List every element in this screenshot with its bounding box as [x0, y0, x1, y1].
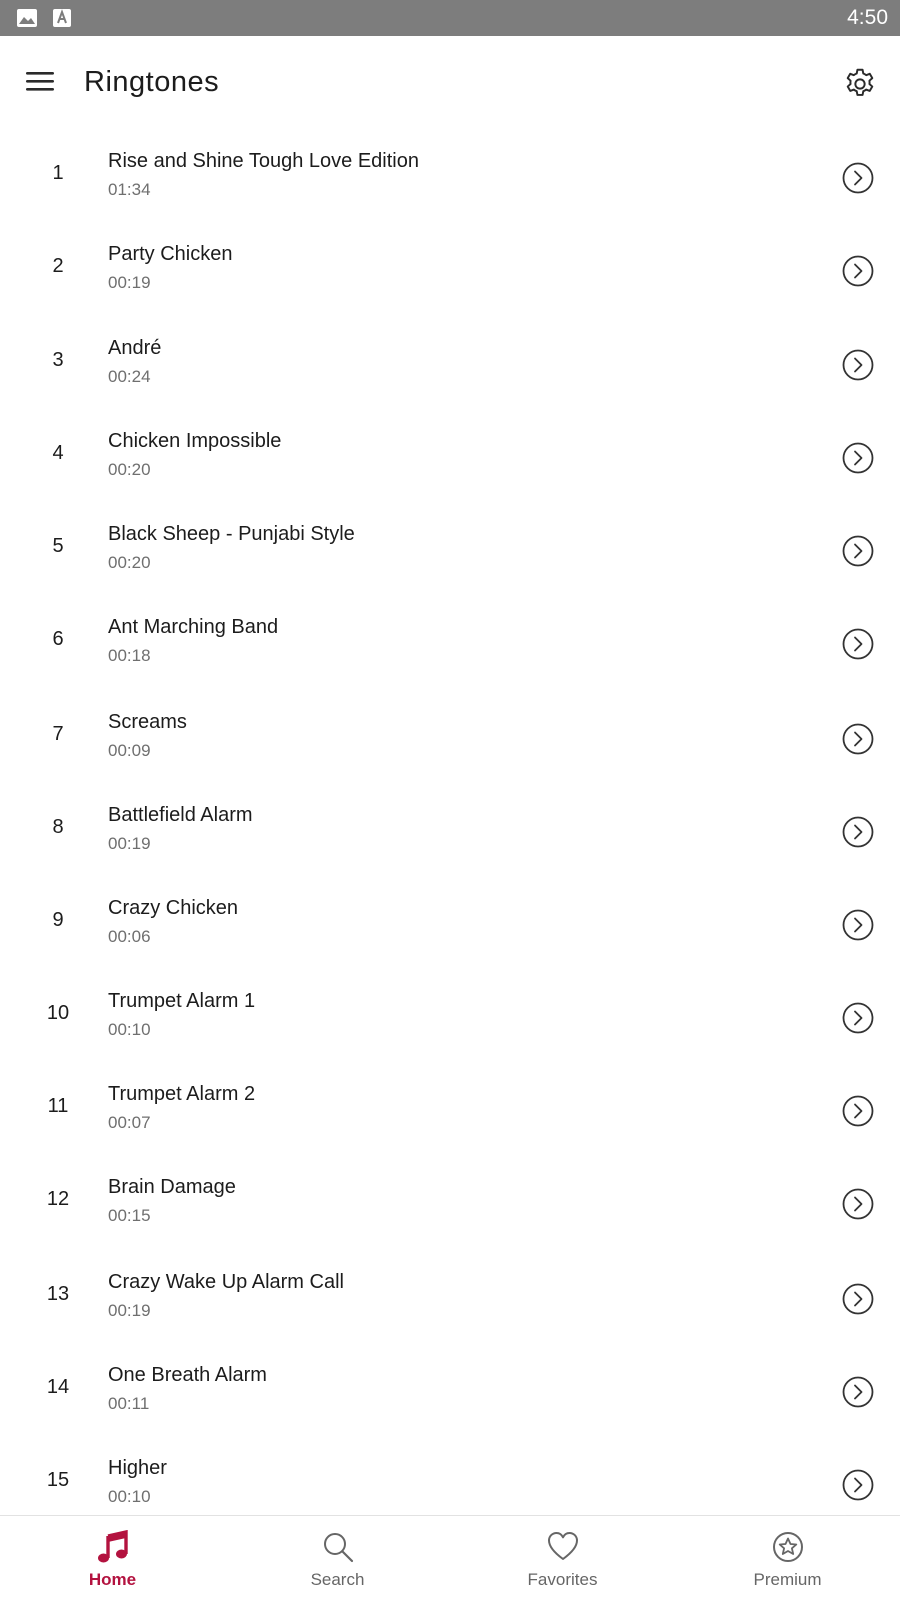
ringtone-title: Black Sheep - Punjabi Style — [108, 523, 355, 545]
chevron-right-circle-icon[interactable] — [842, 628, 874, 660]
chevron-right-circle-icon[interactable] — [842, 1188, 874, 1220]
search-icon — [321, 1530, 355, 1564]
ringtone-title: Crazy Wake Up Alarm Call — [108, 1271, 344, 1293]
ringtone-number: 13 — [46, 1283, 70, 1305]
ringtone-duration: 00:19 — [108, 273, 151, 292]
page-title: Ringtones — [84, 66, 220, 98]
ringtone-title: Battlefield Alarm — [108, 804, 253, 826]
ringtone-number: 12 — [46, 1188, 70, 1210]
ringtone-duration: 00:11 — [108, 1394, 150, 1413]
ringtone-title: Chicken Impossible — [108, 430, 282, 452]
list-item[interactable]: 11 Trumpet Alarm 2 00:07 — [0, 1065, 900, 1158]
chevron-right-circle-icon[interactable] — [842, 1095, 874, 1127]
list-item[interactable]: 15 Higher 00:10 — [0, 1439, 900, 1515]
bottom-nav: Home Search Favorites Premium — [0, 1515, 900, 1600]
ringtone-duration: 00:09 — [108, 741, 151, 760]
chevron-right-circle-icon[interactable] — [842, 255, 874, 287]
list-item[interactable]: 6 Ant Marching Band 00:18 — [0, 598, 900, 691]
ringtone-number: 15 — [46, 1469, 70, 1491]
nav-favorites-label: Favorites — [527, 1570, 598, 1589]
ringtone-title: One Breath Alarm — [108, 1364, 267, 1386]
ringtone-duration: 01:34 — [108, 180, 151, 199]
chevron-right-circle-icon[interactable] — [842, 1283, 874, 1315]
chevron-right-circle-icon[interactable] — [842, 1469, 874, 1501]
list-item[interactable]: 14 One Breath Alarm 00:11 — [0, 1346, 900, 1439]
ringtone-title: André — [108, 337, 162, 359]
ringtone-duration: 00:07 — [108, 1113, 151, 1132]
ringtone-title: Brain Damage — [108, 1176, 236, 1198]
list-item[interactable]: 10 Trumpet Alarm 1 00:10 — [0, 972, 900, 1065]
ringtone-duration: 00:19 — [108, 834, 151, 853]
list-item[interactable]: 8 Battlefield Alarm 00:19 — [0, 786, 900, 879]
image-icon — [16, 8, 38, 33]
ringtone-number: 6 — [52, 628, 64, 650]
ringtone-duration: 00:19 — [108, 1301, 151, 1320]
chevron-right-circle-icon[interactable] — [842, 723, 874, 755]
ringtone-number: 10 — [46, 1002, 70, 1024]
ringtone-title: Trumpet Alarm 1 — [108, 990, 256, 1012]
ringtone-number: 14 — [46, 1376, 70, 1398]
list-item[interactable]: 12 Brain Damage 00:15 — [0, 1158, 900, 1251]
list-item[interactable]: 1 Rise and Shine Tough Love Edition 01:34 — [0, 132, 900, 225]
music-note-icon — [96, 1529, 130, 1564]
ringtone-duration: 00:06 — [108, 927, 151, 946]
ringtone-title: Crazy Chicken — [108, 897, 239, 919]
chevron-right-circle-icon[interactable] — [842, 349, 874, 381]
a-letter-icon — [52, 8, 72, 33]
chevron-right-circle-icon[interactable] — [842, 909, 874, 941]
nav-premium[interactable]: Premium — [675, 1516, 900, 1601]
chevron-right-circle-icon[interactable] — [842, 442, 874, 474]
ringtone-title: Higher — [108, 1457, 167, 1479]
list-item[interactable]: 9 Crazy Chicken 00:06 — [0, 879, 900, 972]
menu-icon[interactable] — [22, 68, 62, 98]
chevron-right-circle-icon[interactable] — [842, 1376, 874, 1408]
list-item[interactable]: 2 Party Chicken 00:19 — [0, 225, 900, 318]
app-bar: Ringtones — [0, 36, 900, 132]
list-item[interactable]: 5 Black Sheep - Punjabi Style 00:20 — [0, 505, 900, 598]
ringtone-number: 1 — [52, 162, 64, 184]
ringtone-duration: 00:20 — [108, 460, 151, 479]
ringtone-number: 2 — [52, 255, 64, 277]
ringtone-number: 3 — [52, 349, 64, 371]
ringtone-title: Ant Marching Band — [108, 616, 279, 638]
ringtone-title: Screams — [108, 711, 187, 733]
status-time: 4:50 — [847, 6, 888, 29]
ringtone-number: 7 — [52, 723, 64, 745]
ringtone-title: Rise and Shine Tough Love Edition — [108, 150, 419, 172]
ringtone-duration: 00:24 — [108, 367, 151, 386]
chevron-right-circle-icon[interactable] — [842, 162, 874, 194]
list-item[interactable]: 4 Chicken Impossible 00:20 — [0, 412, 900, 505]
ringtone-number: 5 — [52, 535, 64, 557]
nav-favorites[interactable]: Favorites — [450, 1516, 675, 1601]
ringtone-duration: 00:10 — [108, 1020, 151, 1039]
star-badge-icon — [771, 1530, 805, 1564]
ringtone-title: Party Chicken — [108, 243, 233, 265]
nav-search[interactable]: Search — [225, 1516, 450, 1601]
gear-icon[interactable] — [842, 66, 878, 102]
list-item[interactable]: 7 Screams 00:09 — [0, 693, 900, 786]
ringtone-duration: 00:15 — [108, 1206, 151, 1225]
nav-search-label: Search — [310, 1570, 365, 1589]
ringtone-duration: 00:20 — [108, 553, 151, 572]
ringtone-number: 8 — [52, 816, 64, 838]
ringtone-list: 1 Rise and Shine Tough Love Edition 01:34 2… — [0, 132, 900, 1515]
nav-home-label: Home — [88, 1570, 137, 1589]
ringtone-title: Trumpet Alarm 2 — [108, 1083, 256, 1105]
chevron-right-circle-icon[interactable] — [842, 535, 874, 567]
nav-home[interactable]: Home — [0, 1516, 225, 1601]
list-item[interactable]: 13 Crazy Wake Up Alarm Call 00:19 — [0, 1253, 900, 1346]
list-item[interactable]: 3 André 00:24 — [0, 319, 900, 412]
ringtone-number: 9 — [52, 909, 64, 931]
chevron-right-circle-icon[interactable] — [842, 816, 874, 848]
nav-premium-label: Premium — [753, 1570, 822, 1589]
ringtone-duration: 00:18 — [108, 646, 151, 665]
status-bar: 4:50 — [0, 0, 900, 36]
ringtone-number: 11 — [47, 1095, 69, 1117]
heart-icon — [546, 1530, 580, 1564]
ringtone-number: 4 — [52, 442, 64, 464]
chevron-right-circle-icon[interactable] — [842, 1002, 874, 1034]
ringtone-duration: 00:10 — [108, 1487, 151, 1506]
